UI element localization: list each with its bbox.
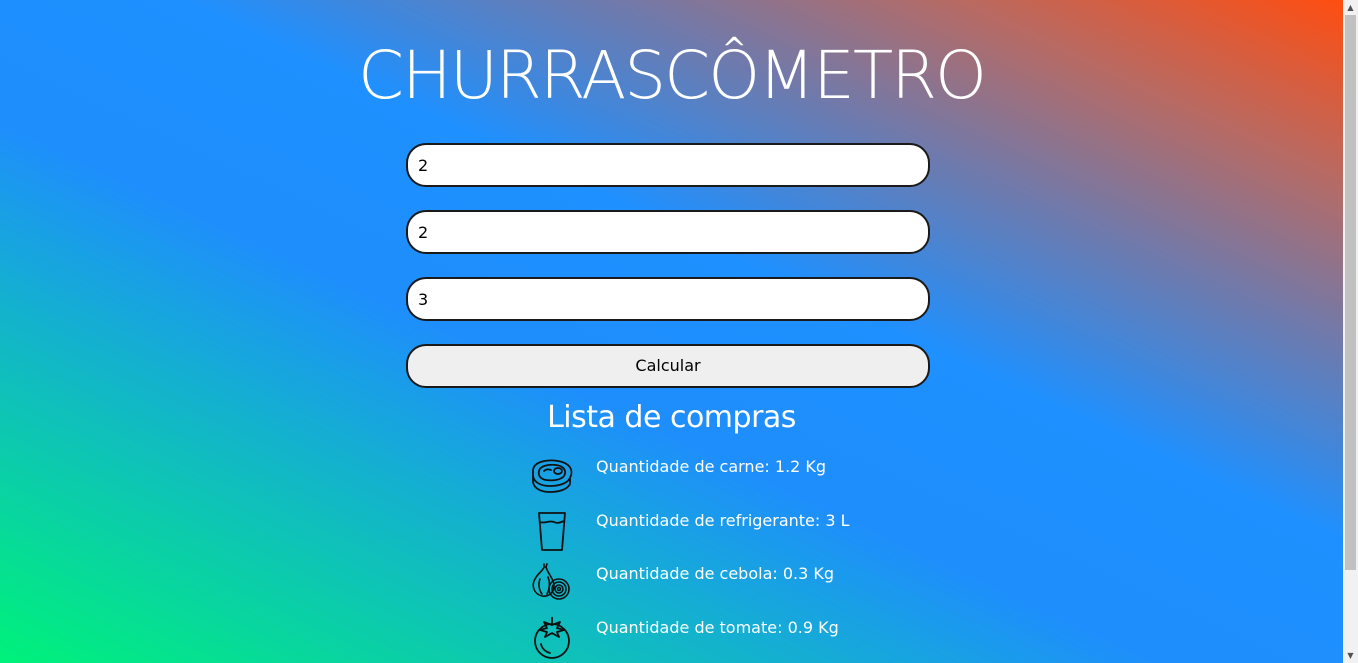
scrollbar-thumb[interactable]: [1345, 15, 1356, 570]
duration-input[interactable]: [406, 277, 930, 321]
page: CHURRASCÔMETRO Calcular Lista de compras…: [0, 0, 1343, 663]
glass-icon: [538, 512, 566, 551]
list-item-label: Quantidade de carne: 1.2 Kg: [596, 457, 827, 476]
scroll-down-icon[interactable]: ▼: [1343, 648, 1358, 663]
shopping-list-title: Lista de compras: [547, 400, 796, 435]
steak-icon: [532, 459, 573, 493]
people-input-1[interactable]: [406, 143, 930, 187]
calculate-button[interactable]: Calcular: [406, 344, 930, 388]
list-item-label: Quantidade de tomate: 0.9 Kg: [596, 618, 839, 637]
people-input-2[interactable]: [406, 210, 930, 254]
onion-icon: [532, 563, 570, 600]
tomato-icon: [534, 617, 570, 659]
list-item-label: Quantidade de refrigerante: 3 L: [596, 511, 850, 530]
scroll-up-icon[interactable]: ▲: [1343, 0, 1358, 15]
page-title: CHURRASCÔMETRO: [358, 37, 987, 114]
vertical-scrollbar[interactable]: ▲ ▼: [1343, 0, 1358, 663]
list-item-label: Quantidade de cebola: 0.3 Kg: [596, 564, 835, 583]
